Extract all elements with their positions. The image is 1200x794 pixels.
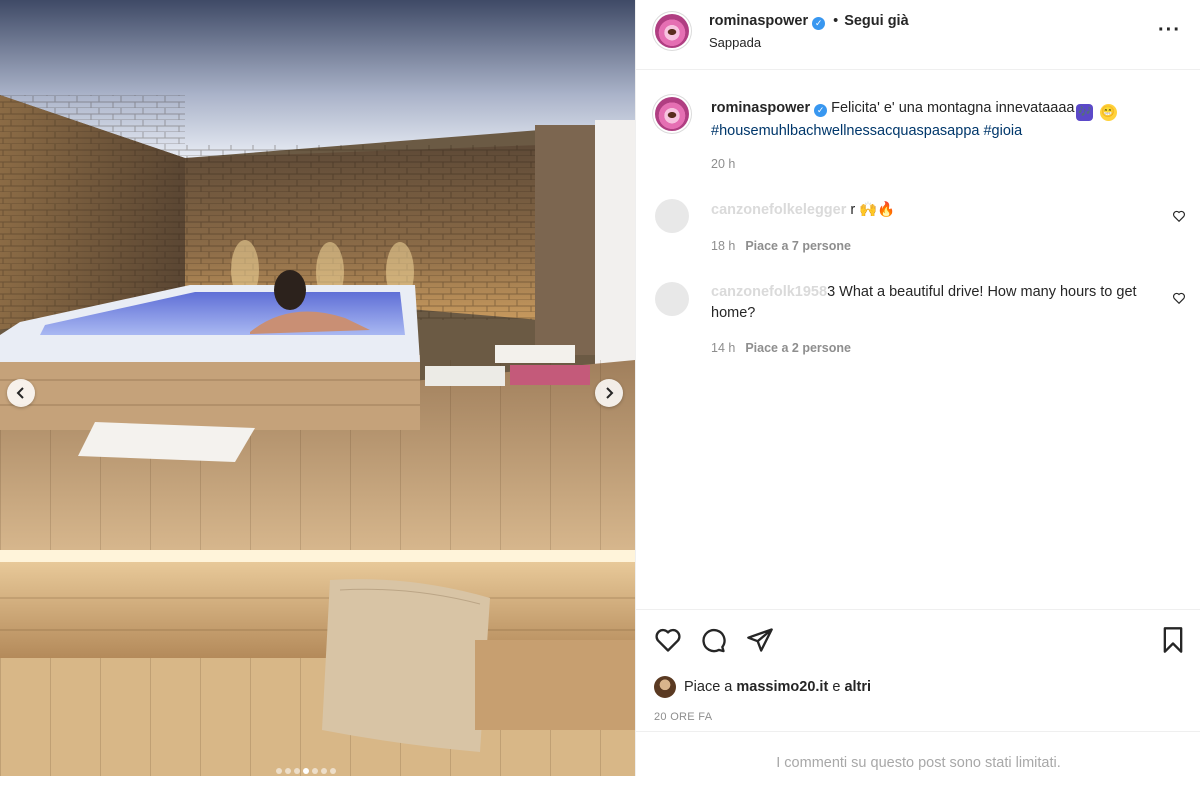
caption-time: 20 h xyxy=(711,157,736,171)
carousel-dot xyxy=(285,768,291,774)
hashtag-link[interactable]: #housemuhlbachwellnessacquaspasappa xyxy=(711,123,979,139)
comment-body: canzonefolkelegger r 🙌🔥 xyxy=(711,200,895,221)
likes-summary: Piace a massimo20.it e altri xyxy=(654,676,871,698)
post-header: rominaspower ✓ • Segui già Sappada ··· xyxy=(636,0,1200,70)
comment-meta: 18 h Piace a 7 persone xyxy=(711,239,851,253)
verified-badge-icon: ✓ xyxy=(812,17,826,30)
post-location[interactable]: Sappada xyxy=(709,35,761,50)
likes-others-link[interactable]: altri xyxy=(844,679,871,695)
carousel-dot xyxy=(312,768,318,774)
comment-likes-link[interactable]: Piace a 7 persone xyxy=(745,239,851,253)
caption-avatar[interactable] xyxy=(655,97,689,131)
author-avatar[interactable] xyxy=(655,14,689,48)
spa-photo xyxy=(0,0,635,776)
comment-text: 3 What a beautiful drive! How many hours… xyxy=(827,284,1137,300)
likes-prefix: Piace a xyxy=(684,679,733,695)
carousel-dot xyxy=(276,768,282,774)
carousel-dot xyxy=(303,768,309,774)
grin-emoji: 😁 xyxy=(1099,104,1117,121)
post-actions-bar xyxy=(636,609,1200,670)
commenter-avatar[interactable] xyxy=(655,282,689,316)
chevron-right-icon xyxy=(606,387,614,399)
likes-conjunction: e xyxy=(832,679,841,695)
share-send-icon[interactable] xyxy=(746,626,774,654)
comment-time: 14 h xyxy=(711,341,736,355)
liker-avatar[interactable] xyxy=(654,676,676,698)
liker-username[interactable]: massimo20.it xyxy=(736,679,828,695)
comment-time: 18 h xyxy=(711,239,736,253)
next-slide-button[interactable] xyxy=(595,379,623,407)
previous-slide-button[interactable] xyxy=(7,379,35,407)
separator-dot: • xyxy=(833,13,839,29)
post-timestamp[interactable]: 20 ORE FA xyxy=(654,711,712,723)
commenter-avatar[interactable] xyxy=(655,199,689,233)
comment-text: r 🙌🔥 xyxy=(850,202,896,218)
comment-meta: 14 h Piace a 2 persone xyxy=(711,341,851,355)
like-comment-heart-icon[interactable] xyxy=(1172,209,1186,223)
verified-badge-icon: ✓ xyxy=(814,104,828,117)
chevron-left-icon xyxy=(16,387,24,399)
post-caption: rominaspower ✓ Felicita' e' una montagna … xyxy=(711,98,1171,142)
carousel-dot xyxy=(294,768,300,774)
comment-text: home? xyxy=(711,305,756,321)
comment-bubble-icon[interactable] xyxy=(699,626,727,654)
music-notes-emoji: 🎶 xyxy=(1076,104,1094,121)
carousel-dot xyxy=(321,768,327,774)
hashtag-link[interactable]: #gioia xyxy=(983,123,1022,139)
follow-status-button[interactable]: Segui già xyxy=(844,13,908,29)
caption-text: Felicita' e' una montagna innevataaaa xyxy=(831,100,1075,116)
author-username[interactable]: rominaspower xyxy=(709,13,808,29)
save-bookmark-icon[interactable] xyxy=(1159,626,1187,654)
comment-likes-link[interactable]: Piace a 2 persone xyxy=(745,341,851,355)
post-side-panel: rominaspower ✓ • Segui già Sappada ··· romi… xyxy=(635,0,1200,776)
carousel-dot xyxy=(330,768,336,774)
like-heart-icon[interactable] xyxy=(654,626,682,654)
comment-username[interactable]: canzonefolkelegger xyxy=(711,202,846,218)
caption-username[interactable]: rominaspower xyxy=(711,100,810,116)
comment-body: canzonefolk19583 What a beautiful drive!… xyxy=(711,282,1161,324)
comments-limited-notice: I commenti su questo post sono stati lim… xyxy=(636,731,1200,777)
carousel-indicator xyxy=(276,768,336,774)
more-options-icon[interactable]: ··· xyxy=(1158,20,1181,40)
post-media[interactable] xyxy=(0,0,635,776)
comment-username[interactable]: canzonefolk1958 xyxy=(711,284,827,300)
like-comment-heart-icon[interactable] xyxy=(1172,291,1186,305)
